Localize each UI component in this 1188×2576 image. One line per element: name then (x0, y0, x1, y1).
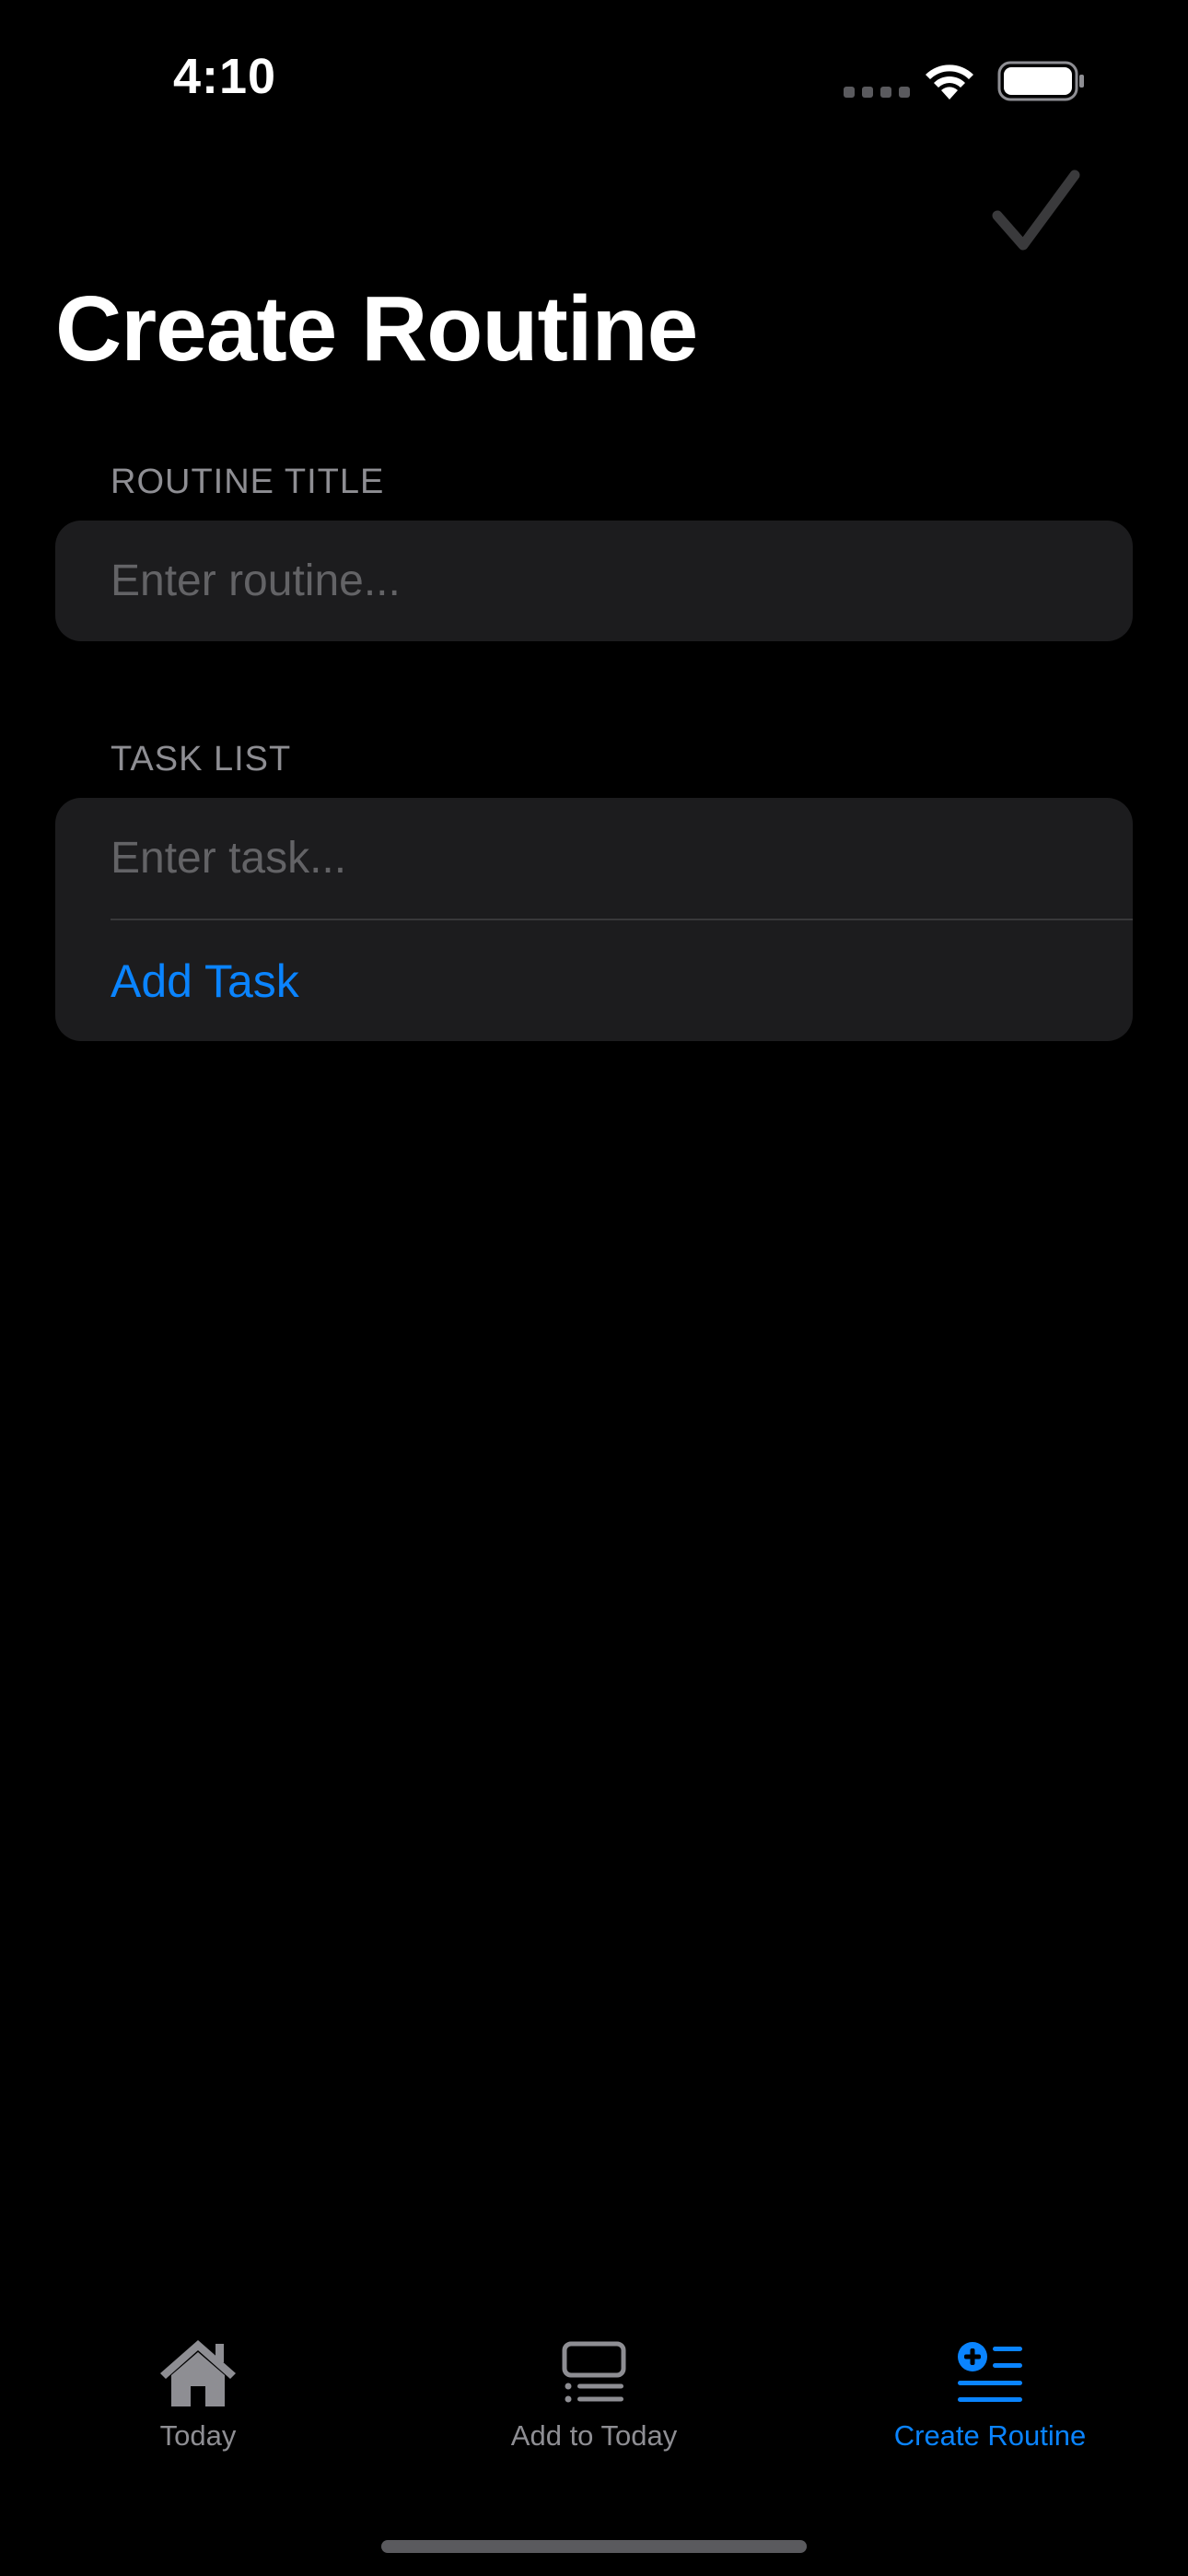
house-icon (158, 2331, 238, 2414)
routine-title-row (55, 521, 1133, 641)
home-indicator[interactable] (381, 2540, 807, 2553)
routine-title-group (55, 521, 1133, 641)
task-row (55, 798, 1133, 919)
list-add-icon (561, 2331, 627, 2414)
cellular-signal-icon (844, 87, 910, 98)
page-title: Create Routine (55, 277, 698, 381)
status-bar: 4:10 (0, 0, 1188, 147)
battery-icon (997, 61, 1086, 106)
tab-label: Create Routine (893, 2419, 1087, 2452)
status-time: 4:10 (173, 49, 277, 104)
task-input[interactable] (111, 833, 1077, 884)
tab-today[interactable]: Today (0, 2331, 396, 2453)
tab-bar: Today Add to Today Create Routine (0, 2331, 1188, 2497)
task-list-header: TASK LIST (111, 740, 292, 779)
wifi-icon (921, 59, 978, 106)
routine-title-input[interactable] (111, 556, 1077, 606)
task-list-group: Add Task (55, 798, 1133, 1041)
tab-add-to-today[interactable]: Add to Today (396, 2331, 792, 2453)
routine-title-header: ROUTINE TITLE (111, 463, 385, 501)
tab-label: Today (159, 2419, 237, 2452)
tab-create-routine[interactable]: Create Routine (792, 2331, 1188, 2453)
done-button[interactable] (976, 157, 1096, 267)
checkmark-icon (992, 170, 1080, 251)
tab-label: Add to Today (510, 2419, 678, 2452)
add-task-button[interactable]: Add Task (55, 920, 1133, 1041)
create-list-icon (956, 2331, 1024, 2414)
